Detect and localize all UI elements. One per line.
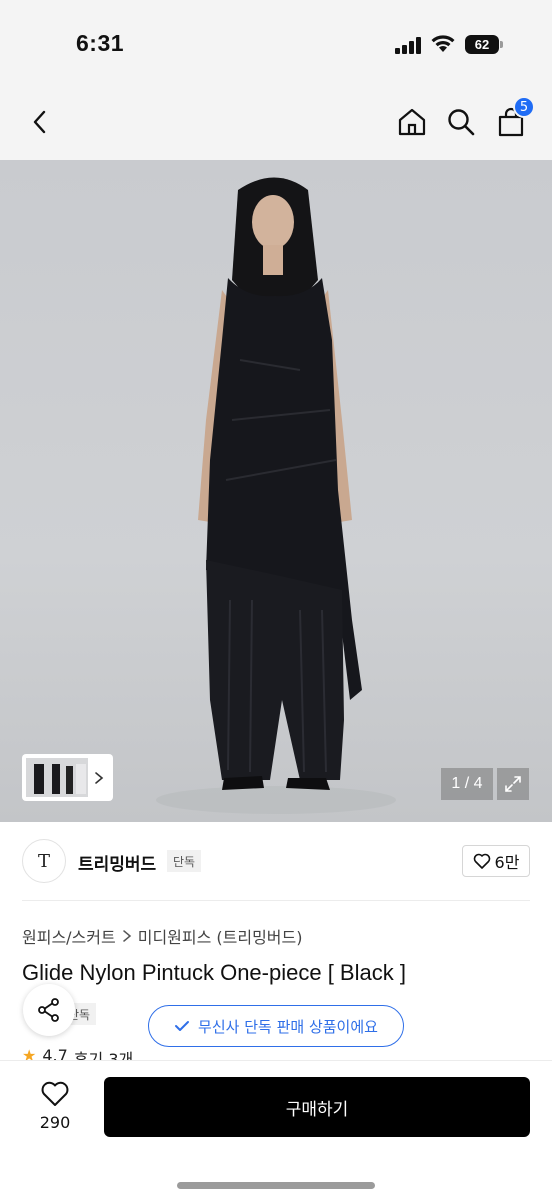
expand-image-button[interactable] xyxy=(497,768,529,800)
home-icon xyxy=(398,108,426,136)
breadcrumb-category[interactable]: 원피스/스커트 xyxy=(22,924,116,948)
chevron-right-icon xyxy=(95,771,104,784)
brand-like-button[interactable]: 6만 xyxy=(462,845,530,877)
back-button[interactable] xyxy=(20,102,60,142)
expand-icon xyxy=(505,776,521,792)
exclusive-sale-notice[interactable]: 무신사 단독 판매 상품이에요 xyxy=(148,1005,404,1047)
divider xyxy=(22,900,530,901)
wifi-icon xyxy=(430,33,456,57)
thumbnail-strip[interactable] xyxy=(22,754,113,801)
search-icon xyxy=(448,109,475,136)
exclusive-tag: 단독 xyxy=(167,850,202,872)
bottom-action-bar: 290 구매하기 xyxy=(0,1060,552,1200)
thumbnail-image xyxy=(26,758,88,797)
product-image-carousel[interactable]: 1 / 4 xyxy=(0,160,552,822)
heart-icon xyxy=(473,853,490,869)
buy-button[interactable]: 구매하기 xyxy=(104,1077,530,1137)
signal-icon xyxy=(395,36,423,54)
chevron-left-icon xyxy=(33,110,46,134)
heart-icon xyxy=(41,1081,69,1106)
top-nav: 5 xyxy=(0,90,552,160)
cart-button[interactable]: 5 xyxy=(491,96,535,142)
breadcrumb: 원피스/스커트 미디원피스 (트리밍버드) xyxy=(22,924,303,948)
brand-like-count: 6만 xyxy=(494,853,520,872)
exclusive-sale-text: 무신사 단독 판매 상품이에요 xyxy=(198,1017,378,1036)
brand-name[interactable]: 트리밍버드 xyxy=(78,850,156,875)
brand-row: T 트리밍버드 단독 6만 xyxy=(0,822,552,902)
check-icon xyxy=(175,1021,190,1031)
chevron-right-icon xyxy=(122,930,131,942)
cart-count-badge: 5 xyxy=(513,96,535,118)
breadcrumb-subcategory[interactable]: 미디원피스 (트리밍버드) xyxy=(138,924,303,948)
share-icon xyxy=(38,998,59,1022)
wishlist-button[interactable]: 290 xyxy=(30,1081,80,1132)
status-bar: 6:31 62 xyxy=(0,0,552,90)
product-title: Glide Nylon Pintuck One-piece [ Black ] xyxy=(22,960,406,985)
status-time: 6:31 xyxy=(76,30,125,56)
image-page-indicator: 1 / 4 xyxy=(441,768,493,800)
product-photo xyxy=(156,177,396,814)
brand-logo[interactable]: T xyxy=(22,839,66,883)
share-button[interactable] xyxy=(23,984,75,1036)
home-indicator xyxy=(177,1182,375,1189)
home-button[interactable] xyxy=(392,102,432,142)
search-button[interactable] xyxy=(441,102,481,142)
wishlist-count: 290 xyxy=(39,1113,71,1132)
battery-icon: 62 xyxy=(465,35,503,54)
